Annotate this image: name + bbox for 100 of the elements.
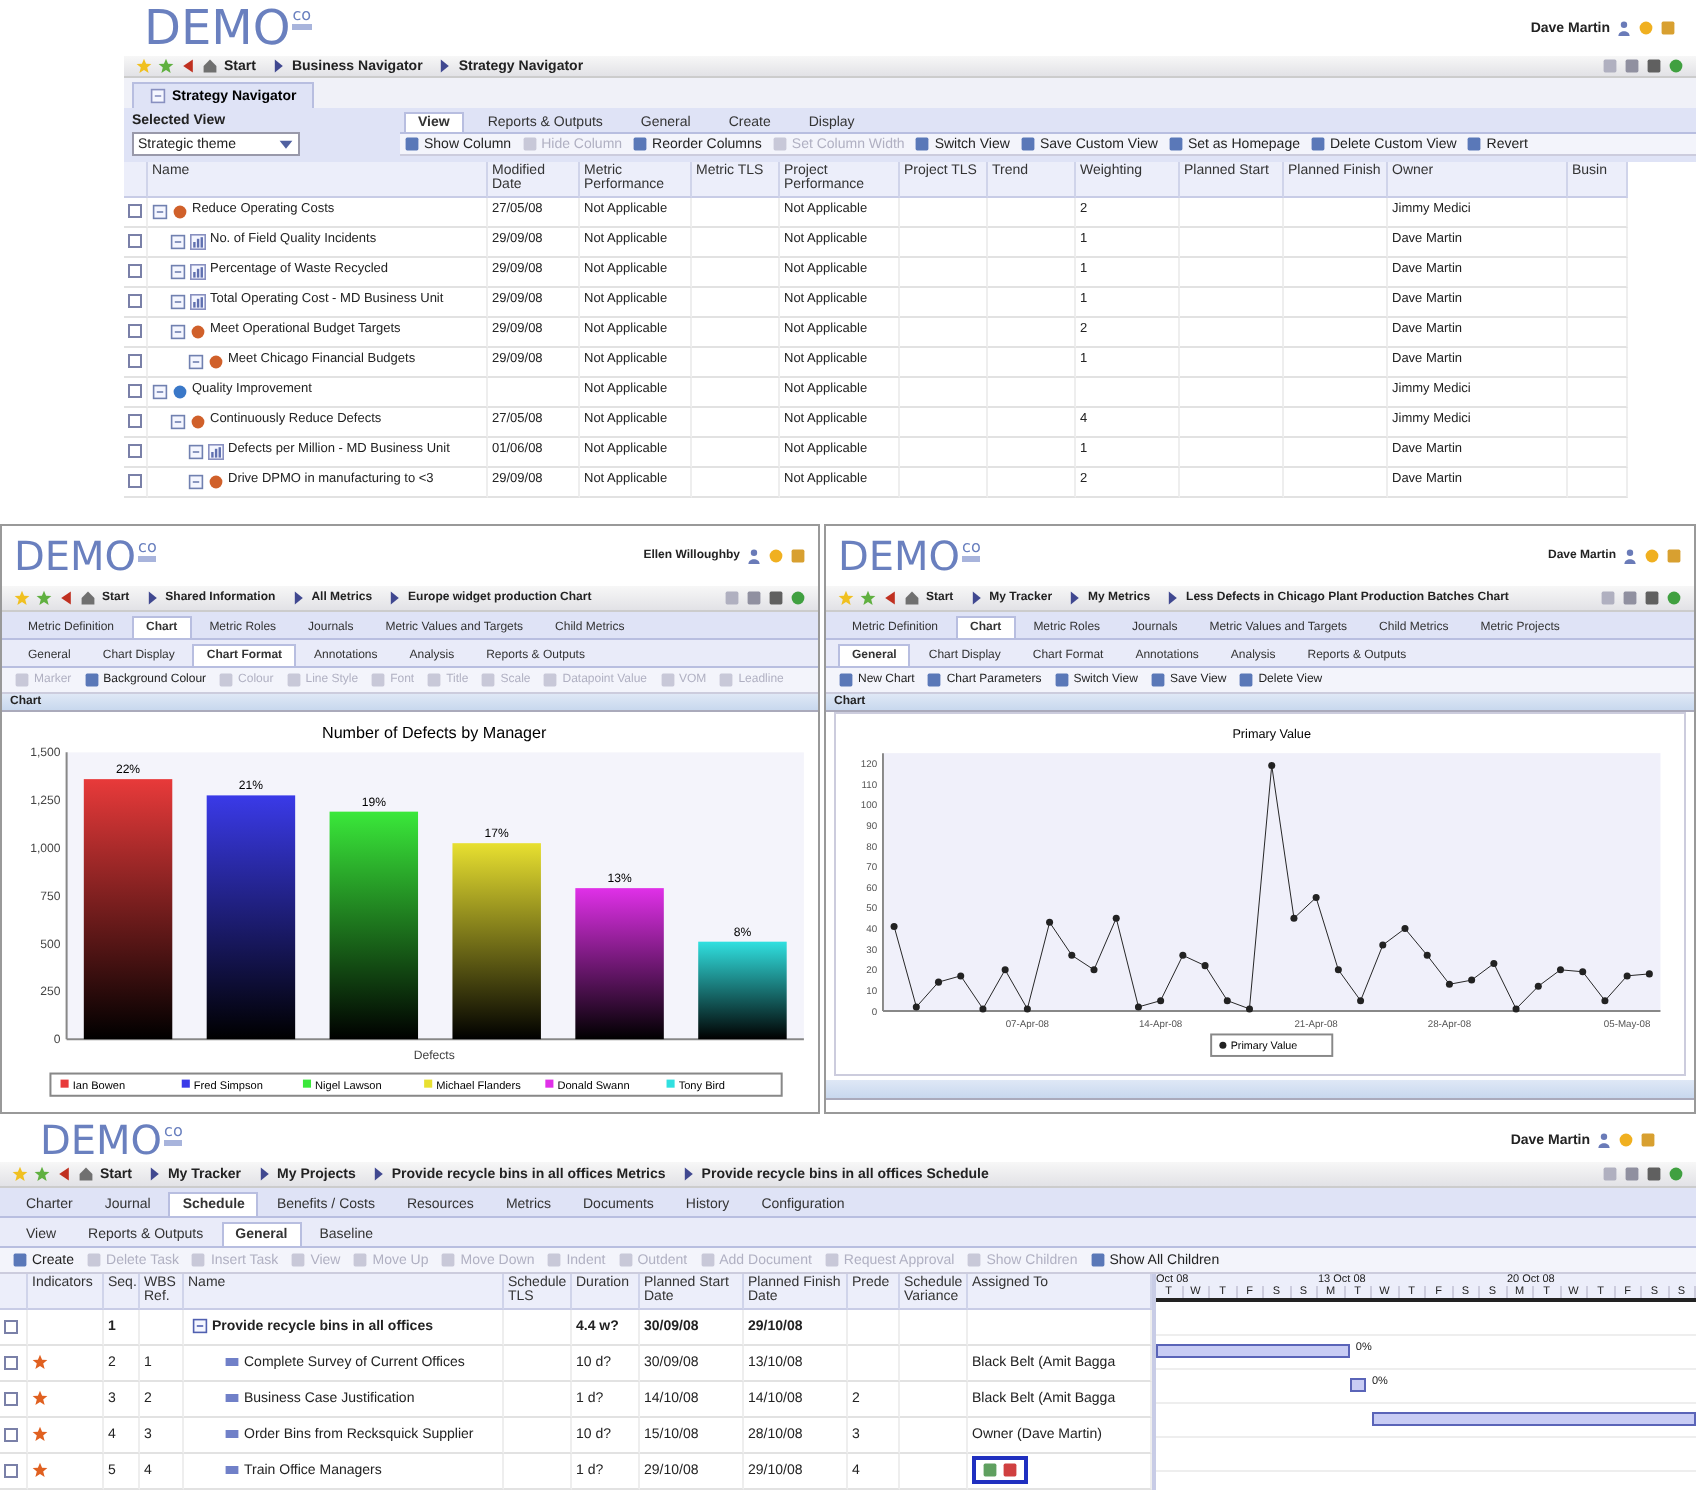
checkbox[interactable] <box>128 294 142 309</box>
circle-icon <box>790 590 806 606</box>
tool-icon <box>1089 1252 1106 1268</box>
checkbox[interactable] <box>4 1355 18 1370</box>
arrow-icon <box>386 590 403 606</box>
empty-cell <box>900 407 988 438</box>
empty-cell <box>1180 287 1284 318</box>
arrow-icon <box>145 1166 162 1182</box>
empty-cell <box>692 257 780 288</box>
checkbox[interactable] <box>128 264 142 279</box>
data-point <box>1201 962 1209 970</box>
person-icon <box>1622 548 1638 564</box>
gantt-bar[interactable] <box>1156 1344 1351 1358</box>
empty-cell <box>988 407 1076 438</box>
printer-icon <box>768 590 784 606</box>
data-point <box>1623 972 1631 980</box>
tool-icon <box>1310 136 1326 152</box>
checkbox[interactable] <box>128 384 142 399</box>
chart-icon <box>208 443 224 460</box>
checkbox[interactable] <box>128 474 142 489</box>
data-point <box>1001 966 1009 974</box>
empty-cell <box>988 287 1076 318</box>
checkbox[interactable] <box>4 1427 18 1442</box>
tool-icon <box>632 136 649 152</box>
star-icon <box>860 590 876 606</box>
caret-icon <box>278 136 294 152</box>
star-icon <box>158 58 174 74</box>
collapse-icon <box>170 263 186 280</box>
empty-cell <box>900 227 988 258</box>
star-icon <box>838 590 854 606</box>
empty-cell <box>1284 317 1388 348</box>
checkbox[interactable] <box>4 1463 18 1478</box>
empty-cell <box>900 197 988 228</box>
gantt-bar[interactable] <box>1350 1378 1367 1392</box>
star-icon <box>136 58 152 74</box>
printer-icon <box>1646 58 1662 74</box>
chart-icon <box>190 263 206 280</box>
data-point <box>1557 966 1564 974</box>
printer-icon <box>1646 1166 1662 1182</box>
checkbox[interactable] <box>128 444 142 459</box>
collapse-icon <box>152 203 168 220</box>
star-icon <box>32 1462 48 1479</box>
empty-cell <box>1568 317 1628 348</box>
empty-cell <box>988 377 1076 408</box>
checkbox[interactable] <box>128 354 142 369</box>
house-icon <box>78 1166 94 1182</box>
empty-cell <box>988 317 1076 348</box>
checkbox[interactable] <box>128 234 142 249</box>
tool-icon <box>926 672 943 688</box>
empty-cell <box>1284 227 1388 258</box>
collapse-icon <box>170 293 186 310</box>
checkbox[interactable] <box>128 204 142 219</box>
arrow-icon <box>255 1166 272 1182</box>
cell-editor[interactable] <box>972 1456 1028 1485</box>
star-icon <box>32 1354 48 1371</box>
checkbox[interactable] <box>128 414 142 429</box>
empty-cell <box>1284 437 1388 468</box>
empty-cell <box>1284 377 1388 408</box>
empty-cell <box>988 227 1076 258</box>
arrow-icon <box>289 590 306 606</box>
data-point <box>1090 966 1098 974</box>
arrow-icon <box>143 590 160 606</box>
page-icon <box>150 88 166 104</box>
collapse-icon <box>188 353 204 370</box>
star-icon <box>32 1426 48 1443</box>
printer-icon <box>1644 590 1660 606</box>
arrow-icon <box>679 1166 696 1182</box>
empty-cell <box>988 467 1076 498</box>
checkbox[interactable] <box>4 1319 18 1334</box>
data-point <box>1579 968 1587 976</box>
tool-icon <box>83 672 100 688</box>
person-icon <box>746 548 762 564</box>
arrow-icon <box>1164 590 1181 606</box>
gantt-bar[interactable] <box>1372 1412 1696 1426</box>
data-point <box>1534 982 1542 990</box>
tool-icon <box>404 136 420 152</box>
folder-icon <box>1640 1132 1656 1148</box>
house-icon <box>202 58 218 74</box>
collapse-icon <box>192 1318 208 1335</box>
edit-icon <box>982 1462 998 1479</box>
delete-icon <box>1002 1462 1018 1479</box>
empty-cell <box>1180 437 1284 468</box>
chart-legend <box>1210 1033 1334 1057</box>
checkbox[interactable] <box>128 324 142 339</box>
chart-icon <box>190 233 206 250</box>
empty-cell <box>900 437 988 468</box>
empty-cell <box>1180 407 1284 438</box>
empty-cell <box>1284 467 1388 498</box>
folder-icon <box>1660 20 1676 36</box>
collapse-icon <box>170 323 186 340</box>
tool-icon <box>1149 672 1166 688</box>
collapse-icon <box>170 233 186 250</box>
empty-cell <box>1180 197 1284 228</box>
empty-cell <box>692 287 780 318</box>
data-point <box>979 1005 987 1013</box>
data-point <box>1223 997 1231 1005</box>
arrow-icon <box>269 58 286 74</box>
empty-cell <box>692 467 780 498</box>
checkbox[interactable] <box>4 1391 18 1406</box>
star-icon <box>36 590 52 606</box>
